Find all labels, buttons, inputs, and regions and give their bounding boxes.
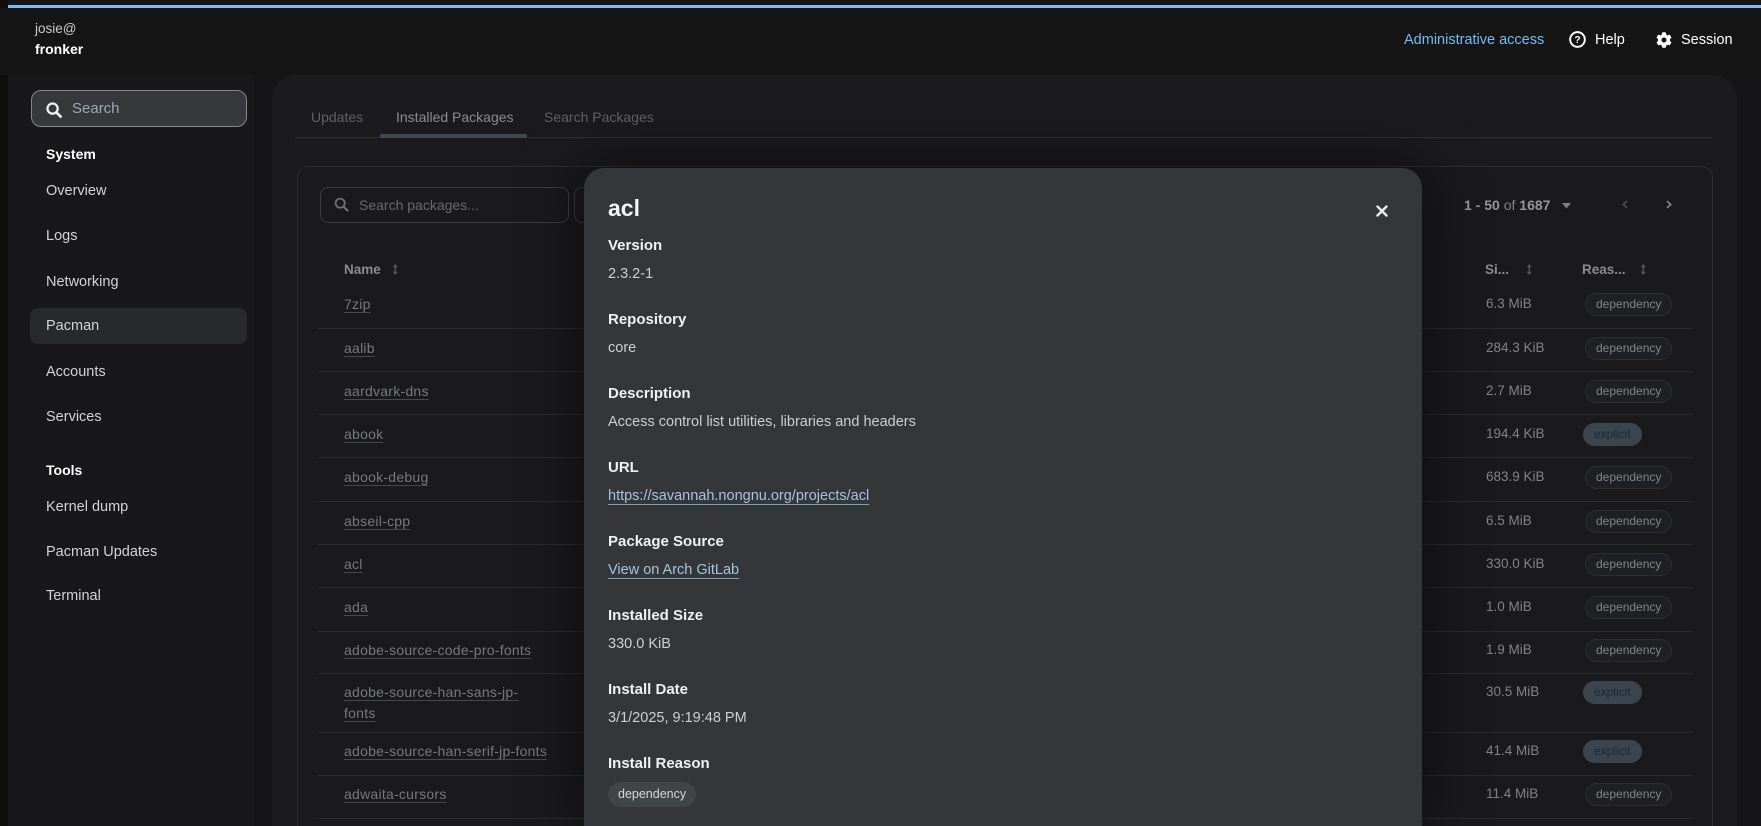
svg-text:?: ? <box>1574 35 1580 46</box>
